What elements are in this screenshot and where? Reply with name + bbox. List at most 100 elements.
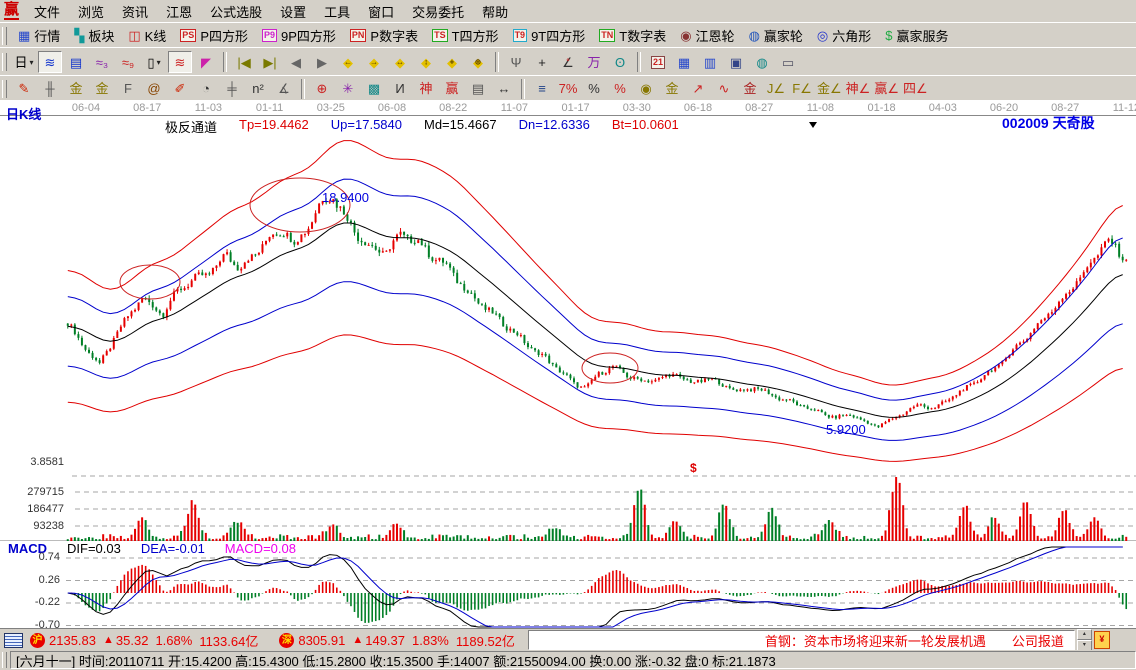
menu-设置[interactable]: 设置 (271, 0, 315, 23)
print-button[interactable]: ▭ (776, 51, 800, 73)
n2-tool[interactable]: n² (246, 78, 270, 100)
quote-grid-icon[interactable] (4, 633, 23, 648)
winner-wheel-button[interactable]: ◍赢家轮 (743, 25, 809, 47)
menu-窗口[interactable]: 窗口 (359, 0, 403, 23)
circle-cross-tool[interactable]: ⊕ (310, 78, 334, 100)
gold-circle-tool[interactable]: ◉ (634, 78, 658, 100)
crosshair-button[interactable]: + (530, 51, 554, 73)
calculator-button[interactable]: ▦ (672, 51, 696, 73)
si-angle-tool[interactable]: 四∠ (902, 78, 929, 100)
menu-浏览[interactable]: 浏览 (69, 0, 113, 23)
report-button[interactable]: ▤ (64, 51, 88, 73)
gold-angle-tool[interactable]: 金∠ (816, 78, 843, 100)
news-scroll-up-button[interactable]: ▴ (1077, 629, 1092, 640)
channel-wave-button[interactable]: ≋ (38, 51, 62, 73)
menu-工具[interactable]: 工具 (315, 0, 359, 23)
gold-line-tool[interactable]: 金 (660, 78, 684, 100)
hash-tool[interactable]: ╪ (220, 78, 244, 100)
skip-start-button[interactable]: |◀ (232, 51, 256, 73)
extreme-wave-button[interactable]: ≋ (168, 51, 192, 73)
wave-band-tool[interactable]: ∿ (712, 78, 736, 100)
menu-交易委托[interactable]: 交易委托 (403, 0, 473, 23)
trend-pen-tool[interactable]: ↗ (686, 78, 710, 100)
winner-service-button[interactable]: $赢家服务 (879, 25, 954, 47)
sz-market-icon[interactable]: 深 (279, 633, 294, 648)
chip-flag-button[interactable]: ◤ (194, 51, 218, 73)
shen-angle-tool[interactable]: 神∠ (845, 78, 872, 100)
sectors-button[interactable]: ▚板块 (68, 25, 120, 47)
diamond-left-button[interactable]: ◆← (336, 51, 360, 73)
gann-wheel-button[interactable]: ◉江恩轮 (674, 25, 740, 47)
save-button[interactable]: ▣ (724, 51, 748, 73)
p-square-button[interactable]: PSP四方形 (174, 25, 254, 47)
menu-资讯[interactable]: 资讯 (113, 0, 157, 23)
brush-ruler-tool[interactable]: ✐ (168, 78, 192, 100)
ying-tool[interactable]: 赢 (440, 78, 464, 100)
step-back-button[interactable]: ◀ (284, 51, 308, 73)
shen-tool[interactable]: 神 (414, 78, 438, 100)
indicator-name[interactable]: 极反通道 (165, 117, 217, 136)
j-angle-tool[interactable]: J∠ (764, 78, 788, 100)
gold-band-tool[interactable]: 金 (738, 78, 762, 100)
period-label[interactable]: 日K线 (6, 104, 41, 123)
skip-end-button[interactable]: ▶| (258, 51, 282, 73)
gold-grid-tool[interactable]: 金 (64, 78, 88, 100)
stock-mini-icon[interactable]: ¥ (1094, 631, 1110, 649)
wave3-button[interactable]: ≈₃ (90, 51, 114, 73)
time-circle-tool[interactable]: ◔ (194, 78, 218, 100)
web-tool[interactable]: ✳ (336, 78, 360, 100)
gann-grid-tool[interactable]: ╫ (38, 78, 62, 100)
spiral-tool[interactable]: @ (142, 78, 166, 100)
menu-公式选股[interactable]: 公式选股 (201, 0, 271, 23)
diamond-right-button[interactable]: ◆→ (362, 51, 386, 73)
news-ticker-text[interactable]: 首钢：资本市场将迎来新一轮发展机遇 (765, 631, 986, 650)
candle-style-button[interactable]: ▯▾ (142, 51, 166, 73)
gann-brain-button[interactable]: ʘ (608, 51, 632, 73)
notebook-button[interactable]: ▥ (698, 51, 722, 73)
price-grid-tool[interactable]: ▤ (466, 78, 490, 100)
t9-square-button[interactable]: T99T四方形 (507, 25, 592, 47)
news-category[interactable]: 公司报道 (1012, 631, 1064, 650)
menu-文件[interactable]: 文件 (25, 0, 69, 23)
web-grid-tool[interactable]: ▩ (362, 78, 386, 100)
pan-hand-button[interactable]: Ψ (504, 51, 528, 73)
ying-angle-tool[interactable]: 赢∠ (873, 78, 900, 100)
f-grid-tool[interactable]: F (116, 78, 140, 100)
period-day-button-dropdown-icon[interactable]: ▾ (30, 58, 34, 67)
brush-tool[interactable]: ✎ (12, 78, 36, 100)
diamond-h-button[interactable]: ◆↔ (388, 51, 412, 73)
calendar-button[interactable]: 21 (646, 51, 670, 73)
quotes-button[interactable]: ▦行情 (12, 25, 66, 47)
span-arrow-tool[interactable]: ↔ (492, 78, 516, 100)
wave9-button[interactable]: ≈₉ (116, 51, 140, 73)
wave9-button-icon: ≈₉ (122, 56, 134, 69)
t-square-button[interactable]: TST四方形 (426, 25, 504, 47)
percent-tool[interactable]: % (582, 78, 606, 100)
wan-tool-button[interactable]: 万 (582, 51, 606, 73)
fan-tool[interactable]: ∡ (272, 78, 296, 100)
p9-square-button[interactable]: P99P四方形 (256, 25, 342, 47)
diamond-compress-button[interactable]: ◆+ (440, 51, 464, 73)
scale-tool[interactable]: ≡ (530, 78, 554, 100)
angle-measure-button[interactable]: ∠° (556, 51, 580, 73)
sh-market-icon[interactable]: 沪 (30, 633, 45, 648)
menu-江恩[interactable]: 江恩 (157, 0, 201, 23)
pct-strike-tool[interactable]: 7% (556, 78, 580, 100)
hexagon-button[interactable]: ◎六角形 (811, 25, 877, 47)
chart-area[interactable]: 06-0408-1711-0301-1103-2506-0808-2211-07… (0, 100, 1136, 628)
period-day-button[interactable]: 日▾ (12, 51, 36, 73)
candle-style-button-dropdown-icon[interactable]: ▾ (157, 58, 161, 67)
p-number-button[interactable]: PNP数字表 (344, 25, 424, 47)
f-angle-tool[interactable]: F∠ (790, 78, 814, 100)
news-ticker-box[interactable]: 首钢：资本市场将迎来新一轮发展机遇 公司报道 (528, 630, 1075, 650)
k-mark-tool[interactable]: И (388, 78, 412, 100)
step-forward-button[interactable]: ▶ (310, 51, 334, 73)
web-update-button[interactable]: ◍ (750, 51, 774, 73)
gold-grid2-tool[interactable]: 金 (90, 78, 114, 100)
pct-line-tool[interactable]: % (608, 78, 632, 100)
kline-button[interactable]: ◫K线 (122, 25, 172, 47)
diamond-v-button[interactable]: ◆↕ (414, 51, 438, 73)
diamond-expand-button[interactable]: ◆⊕ (466, 51, 490, 73)
menu-帮助[interactable]: 帮助 (473, 0, 517, 23)
t-number-button[interactable]: TNT数字表 (593, 25, 672, 47)
